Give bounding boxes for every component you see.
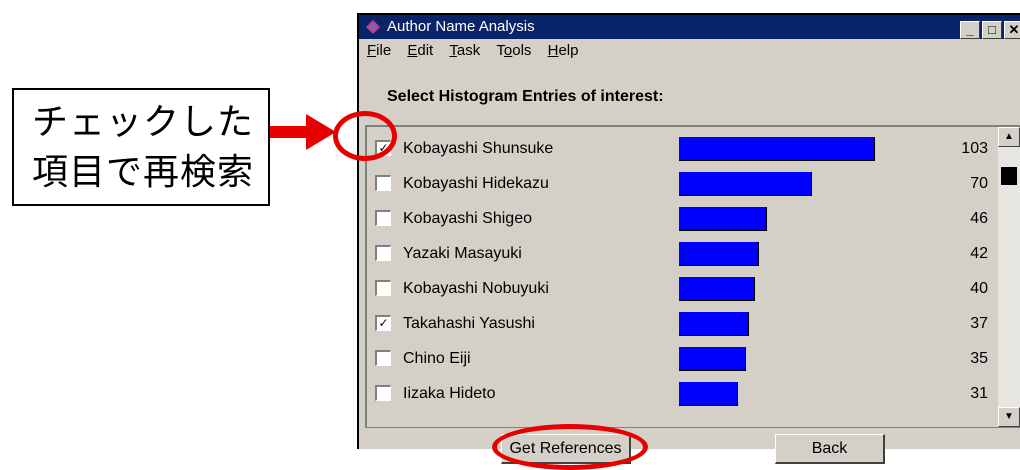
annotation-line-1: チェックした (32, 102, 255, 143)
entry-count: 35 (970, 350, 988, 367)
app-icon (366, 20, 380, 34)
back-button[interactable]: Back (775, 434, 885, 464)
close-icon[interactable]: ✕ (1004, 21, 1020, 39)
entry-checkbox[interactable] (375, 385, 391, 401)
annotation-callout: チェックした 項目で再検索 (12, 88, 270, 206)
histogram-bar (679, 137, 875, 161)
menu-file[interactable]: File (367, 42, 391, 59)
histogram-row: Kobayashi Hidekazu 70 (367, 167, 988, 202)
entry-checkbox[interactable]: ✓ (375, 315, 391, 331)
maximize-icon[interactable]: □ (982, 21, 1002, 39)
minimize-icon[interactable]: _ (960, 21, 980, 39)
histogram-row: Kobayashi Nobuyuki 40 (367, 272, 988, 307)
entry-count: 37 (970, 315, 988, 332)
scroll-up-icon[interactable]: ▲ (998, 127, 1020, 147)
histogram-bar (679, 242, 759, 266)
scroll-thumb[interactable] (1001, 167, 1017, 185)
histogram-bar (679, 347, 746, 371)
entry-name: Kobayashi Shigeo (403, 210, 532, 227)
entry-name: Takahashi Yasushi (403, 315, 535, 332)
title-bar[interactable]: Author Name Analysis _ □ ✕ (359, 15, 1020, 39)
histogram-row: Iizaka Hideto 31 (367, 377, 988, 412)
entry-count: 103 (961, 140, 988, 157)
annotation-line-2: 項目で再検索 (32, 152, 255, 193)
histogram-bar (679, 277, 755, 301)
histogram-bar (679, 382, 738, 406)
entry-name: Yazaki Masayuki (403, 245, 522, 262)
menu-help[interactable]: Help (548, 42, 579, 59)
histogram-row: Kobayashi Shigeo 46 (367, 202, 988, 237)
app-window: Author Name Analysis _ □ ✕ File Edit Task … (357, 13, 1020, 464)
histogram-bar (679, 207, 767, 231)
annotation-arrow-icon (306, 114, 336, 150)
entry-count: 40 (970, 280, 988, 297)
menu-edit[interactable]: Edit (407, 42, 433, 59)
entry-checkbox[interactable] (375, 280, 391, 296)
entry-checkbox[interactable] (375, 210, 391, 226)
get-references-button[interactable]: Get References (501, 434, 631, 464)
histogram-list: ▲ ▼ ✓ Kobayashi Shunsuke 103 Kobayashi Hide… (365, 125, 1020, 427)
entry-count: 42 (970, 245, 988, 262)
entry-name: Kobayashi Shunsuke (403, 140, 554, 157)
entry-checkbox[interactable] (375, 175, 391, 191)
histogram-bar (679, 312, 749, 336)
button-bar: Get References Back (365, 427, 1020, 464)
histogram-row: ✓ Takahashi Yasushi 37 (367, 307, 988, 342)
window-controls: _ □ ✕ (958, 18, 1020, 39)
menu-tools[interactable]: Tools (496, 42, 531, 59)
menu-task[interactable]: Task (449, 42, 480, 59)
entry-name: Kobayashi Nobuyuki (403, 280, 549, 297)
entry-checkbox[interactable] (375, 350, 391, 366)
entry-checkbox[interactable] (375, 245, 391, 261)
menu-bar: File Edit Task Tools Help (359, 39, 1020, 63)
histogram-bar (679, 172, 812, 196)
entry-name: Iizaka Hideto (403, 385, 496, 402)
entry-count: 70 (970, 175, 988, 192)
annotation-arrow-shaft (270, 126, 310, 138)
entry-count: 46 (970, 210, 988, 227)
entry-count: 31 (970, 385, 988, 402)
entry-name: Kobayashi Hidekazu (403, 175, 549, 192)
section-heading: Select Histogram Entries of interest: (387, 88, 664, 105)
vertical-scrollbar[interactable]: ▲ ▼ (998, 127, 1020, 427)
histogram-row: Yazaki Masayuki 42 (367, 237, 988, 272)
histogram-row: ✓ Kobayashi Shunsuke 103 (367, 132, 988, 167)
scroll-down-icon[interactable]: ▼ (998, 407, 1020, 427)
entry-name: Chino Eiji (403, 350, 471, 367)
window-title: Author Name Analysis (387, 18, 535, 35)
entry-checkbox[interactable]: ✓ (375, 140, 391, 156)
histogram-row: Chino Eiji 35 (367, 342, 988, 377)
